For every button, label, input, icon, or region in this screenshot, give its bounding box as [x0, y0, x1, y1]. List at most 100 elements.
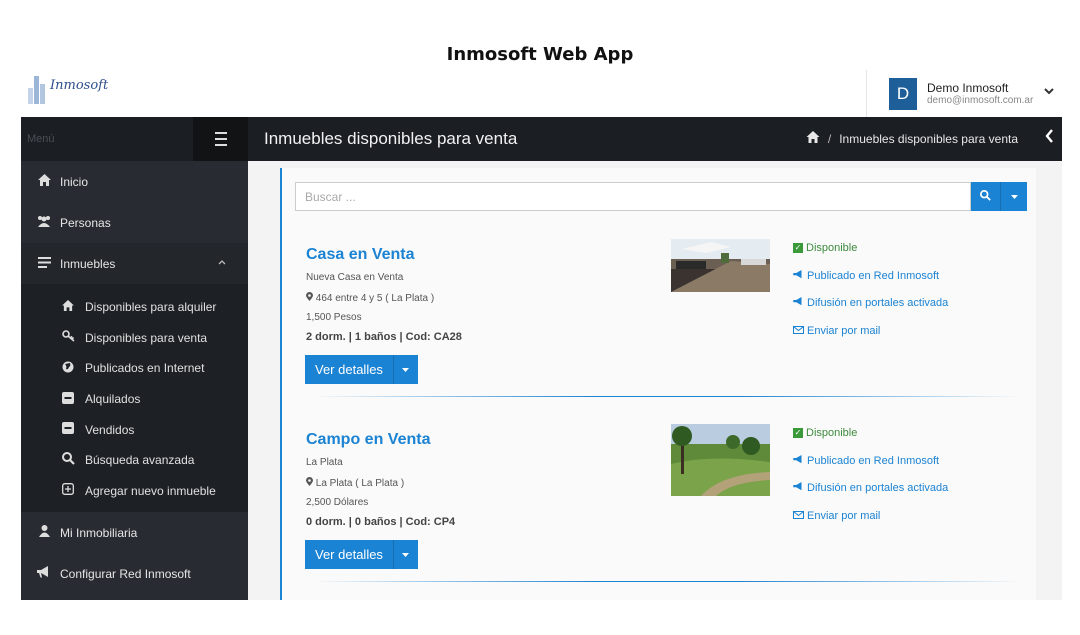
sidebar-subitem-label: Agregar nuevo inmueble: [85, 483, 216, 498]
map-marker-icon: [306, 292, 313, 304]
sidebar-header: Menú: [21, 117, 248, 161]
check-square-icon: ✓: [793, 428, 803, 439]
hamburger-menu-icon[interactable]: [193, 117, 248, 161]
details-button[interactable]: Ver detalles: [305, 540, 418, 569]
sidebar-item-disponibles-venta[interactable]: Disponibles para venta: [21, 323, 248, 354]
listing-price: 2,500 Dólares: [306, 497, 369, 508]
sidebar-subitem-label: Disponibles para alquiler: [85, 300, 217, 315]
plus-square-icon: [59, 483, 77, 498]
home-icon[interactable]: [806, 131, 820, 146]
page-header: Inmuebles disponibles para venta / Inmue…: [248, 117, 1062, 164]
listing-title[interactable]: Campo en Venta: [306, 431, 430, 449]
listing-description: La Plata: [306, 457, 343, 468]
user-icon: [35, 525, 53, 540]
user-email: demo@inmosoft.com.ar: [927, 95, 1034, 106]
minus-square-icon: [59, 391, 77, 407]
search-icon: [59, 452, 77, 468]
sidebar-item-alquilados[interactable]: Alquilados: [21, 384, 248, 415]
sidebar-item-mi-inmobiliaria[interactable]: Mi Inmobiliaria: [21, 512, 248, 553]
sidebar-item-vendidos[interactable]: Vendidos: [21, 414, 248, 445]
listings-panel: Casa en Venta Nueva Casa en Venta 464 en…: [280, 168, 1036, 600]
megaphone-icon: [793, 454, 804, 467]
sidebar-item-label: Inmuebles: [60, 256, 116, 271]
details-button-label: Ver detalles: [315, 547, 383, 562]
listing-card: Campo en Venta La Plata La Plata ( La Pl…: [282, 424, 1036, 600]
divider: [312, 396, 1022, 397]
listing-photo[interactable]: [671, 239, 770, 292]
user-menu[interactable]: D Demo Inmosoft demo@inmosoft.com.ar: [866, 70, 1062, 117]
listing-specs: 2 dorm. | 1 baños | Cod: CA28: [306, 331, 462, 343]
megaphone-icon: [793, 482, 804, 494]
caret-down-icon[interactable]: [392, 355, 418, 384]
chevron-up-icon: [218, 257, 226, 268]
send-mail-link[interactable]: Enviar por mail: [793, 503, 948, 531]
minus-square-icon: [59, 422, 77, 437]
listing-actions: ✓ Disponible Publicado en Red Inmosoft Di…: [793, 420, 948, 530]
listing-card: Casa en Venta Nueva Casa en Venta 464 en…: [282, 239, 1036, 431]
details-button-label: Ver detalles: [315, 362, 383, 377]
search-options-dropdown[interactable]: [1000, 182, 1027, 211]
chevron-down-icon[interactable]: [1044, 84, 1054, 98]
listing-price: 1,500 Pesos: [306, 312, 362, 323]
sidebar-item-label: Inicio: [60, 174, 89, 189]
logo[interactable]: Inmosoft: [26, 74, 108, 104]
details-button[interactable]: Ver detalles: [305, 355, 418, 384]
sidebar-item-label: Configurar Red Inmosoft: [60, 566, 191, 581]
listing-actions: ✓ Disponible Publicado en Red Inmosoft Di…: [793, 235, 948, 345]
home-icon: [59, 300, 77, 314]
divider: [312, 581, 1022, 582]
listing-title[interactable]: Casa en Venta: [306, 246, 415, 264]
caret-down-icon[interactable]: [392, 540, 418, 569]
sidebar-item-busqueda-avanzada[interactable]: Búsqueda avanzada: [21, 445, 248, 476]
search-input[interactable]: [295, 182, 971, 211]
breadcrumb: / Inmuebles disponibles para venta: [806, 131, 1018, 146]
listing-address: La Plata ( La Plata ): [306, 477, 404, 489]
sidebar-item-publicados[interactable]: Publicados en Internet: [21, 353, 248, 384]
listing-photo[interactable]: [671, 424, 770, 496]
sidebar-item-disponibles-alquiler[interactable]: Disponibles para alquiler: [21, 292, 248, 323]
sidebar-subitem-label: Búsqueda avanzada: [85, 453, 195, 468]
inmuebles-submenu: Disponibles para alquiler Disponibles pa…: [21, 284, 248, 513]
breadcrumb-current: Inmuebles disponibles para venta: [839, 131, 1018, 146]
red-inmosoft-link[interactable]: Publicado en Red Inmosoft: [793, 448, 948, 476]
sidebar-item-configurar-red[interactable]: Configurar Red Inmosoft: [21, 553, 248, 594]
search-bar: [295, 182, 1027, 211]
listing-description: Nueva Casa en Venta: [306, 272, 404, 283]
check-square-icon: ✓: [793, 243, 803, 254]
page-title: Inmuebles disponibles para venta: [264, 129, 518, 148]
sidebar: Menú Inicio Personas Inmuebles Disponibl…: [21, 117, 248, 600]
user-name: Demo Inmosoft: [927, 81, 1009, 95]
red-inmosoft-link[interactable]: Publicado en Red Inmosoft: [793, 263, 948, 291]
sidebar-subitem-label: Disponibles para venta: [85, 330, 208, 345]
status-badge: ✓ Disponible: [793, 427, 858, 439]
chevron-left-icon[interactable]: [1045, 129, 1054, 147]
sidebar-item-inicio[interactable]: Inicio: [21, 161, 248, 202]
megaphone-icon: [793, 297, 804, 309]
sidebar-subitem-label: Vendidos: [85, 422, 135, 437]
sidebar-item-personas[interactable]: Personas: [21, 202, 248, 243]
portales-link[interactable]: Difusión en portales activada: [793, 475, 948, 503]
envelope-icon: [793, 510, 804, 522]
globe-icon: [59, 361, 77, 376]
envelope-icon: [793, 325, 804, 337]
key-icon: [59, 330, 77, 345]
map-marker-icon: [306, 477, 313, 489]
top-bar: Inmosoft D Demo Inmosoft demo@inmosoft.c…: [21, 70, 1062, 117]
users-icon: [35, 215, 53, 230]
sidebar-item-agregar-inmueble[interactable]: Agregar nuevo inmueble: [21, 476, 248, 507]
send-mail-link[interactable]: Enviar por mail: [793, 318, 948, 346]
portales-link[interactable]: Difusión en portales activada: [793, 290, 948, 318]
sidebar-item-label: Personas: [60, 215, 111, 230]
listing-specs: 0 dorm. | 0 baños | Cod: CP4: [306, 516, 456, 528]
sidebar-item-inmuebles[interactable]: Inmuebles: [21, 243, 248, 284]
avatar: D: [889, 77, 917, 110]
search-button[interactable]: [971, 182, 1000, 211]
list-icon: [35, 256, 53, 271]
status-badge: ✓ Disponible: [793, 242, 858, 254]
app-title: Inmosoft Web App: [446, 44, 634, 65]
menu-label: Menú: [27, 133, 55, 145]
home-icon: [35, 174, 53, 189]
logo-building-icon: [26, 74, 48, 104]
listing-address: 464 entre 4 y 5 ( La Plata ): [306, 292, 434, 304]
sidebar-subitem-label: Alquilados: [85, 392, 141, 407]
